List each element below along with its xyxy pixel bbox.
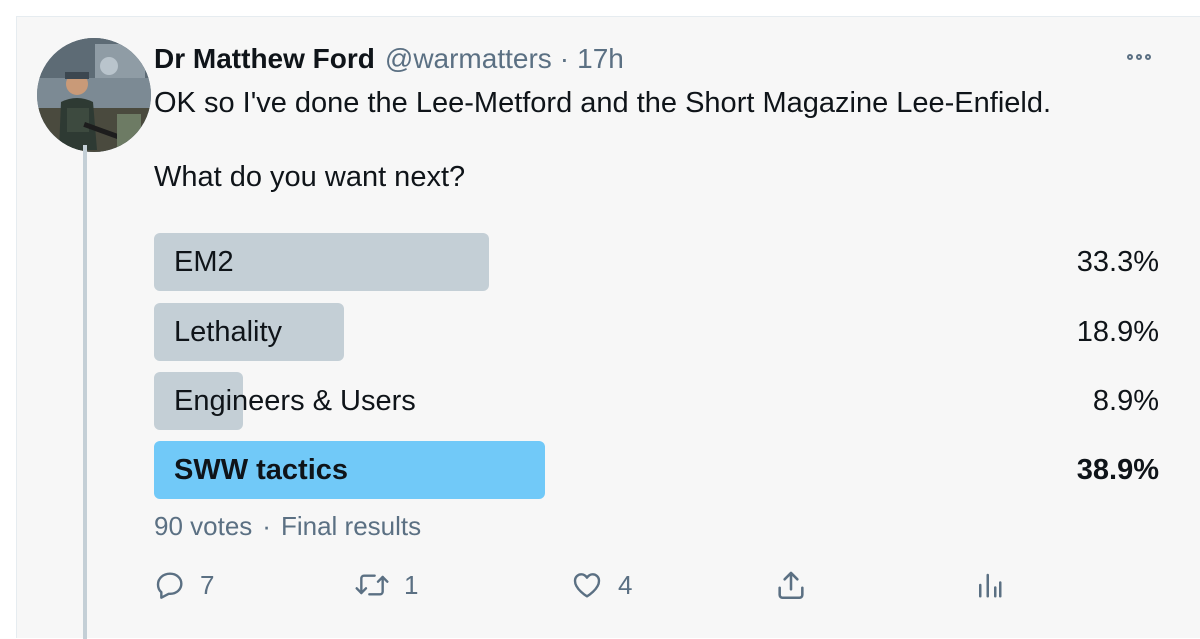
poll-option-percent: 8.9%	[1092, 385, 1159, 417]
share-icon	[778, 571, 804, 600]
poll-option-percent: 18.9%	[1076, 316, 1159, 348]
poll-option-label: SWW tactics	[174, 454, 349, 486]
share-button[interactable]	[774, 565, 808, 605]
more-button[interactable]	[1119, 45, 1159, 69]
like-button[interactable]: 4	[570, 565, 632, 605]
avatar[interactable]	[37, 38, 151, 152]
like-icon	[573, 573, 601, 598]
analytics-button[interactable]	[974, 565, 1004, 605]
poll-option: Engineers & Users 8.9%	[154, 372, 1159, 430]
poll-meta-separator: ·	[262, 510, 271, 541]
poll-option-label: EM2	[174, 246, 234, 278]
poll-option-label: Engineers & Users	[174, 385, 416, 417]
more-icon-dot	[1136, 54, 1142, 60]
analytics-icon	[979, 573, 1002, 598]
poll-option-percent: 33.3%	[1076, 246, 1159, 278]
tweet-text-line: What do you want next?	[154, 161, 466, 193]
poll-meta: 90 votes · Final results	[154, 509, 421, 543]
tweet-header: Dr Matthew Ford @warmatters · 17h	[154, 41, 624, 77]
retweet-button[interactable]: 1	[354, 565, 418, 605]
poll-option: Lethality 18.9%	[154, 303, 1159, 361]
tweet-text: OK so I've done the Lee-Metford and the …	[154, 83, 1154, 197]
reply-count: 7	[200, 569, 215, 600]
tweet-text-line: OK so I've done the Lee-Metford and the …	[154, 87, 1052, 119]
more-icon	[1127, 54, 1133, 60]
reply-button[interactable]: 7	[154, 565, 214, 605]
poll-option-percent: 38.9%	[1076, 454, 1159, 486]
tweet-timestamp[interactable]: 17h	[577, 43, 624, 75]
thread-line	[83, 145, 87, 639]
tweet[interactable]: Dr Matthew Ford @warmatters · 17h OK so …	[16, 16, 1200, 639]
poll-option-label: Lethality	[174, 316, 283, 348]
poll-option: EM2 33.3%	[154, 233, 1159, 291]
reply-icon	[156, 572, 183, 599]
poll-status: Final results	[280, 510, 422, 541]
header-separator: ·	[559, 43, 570, 74]
retweet-icon	[355, 574, 389, 596]
action-bar: 7 1 4	[154, 565, 1014, 605]
poll-votes: 90 votes	[154, 510, 253, 541]
top-divider	[0, 0, 1200, 16]
poll-option: SWW tactics 38.9%	[154, 441, 1159, 499]
author-name[interactable]: Dr Matthew Ford	[154, 43, 375, 75]
like-count: 4	[618, 569, 633, 600]
retweet-count: 1	[404, 569, 419, 600]
more-icon-dot	[1145, 54, 1151, 60]
avatar-image	[37, 38, 151, 152]
author-handle[interactable]: @warmatters	[385, 43, 552, 75]
